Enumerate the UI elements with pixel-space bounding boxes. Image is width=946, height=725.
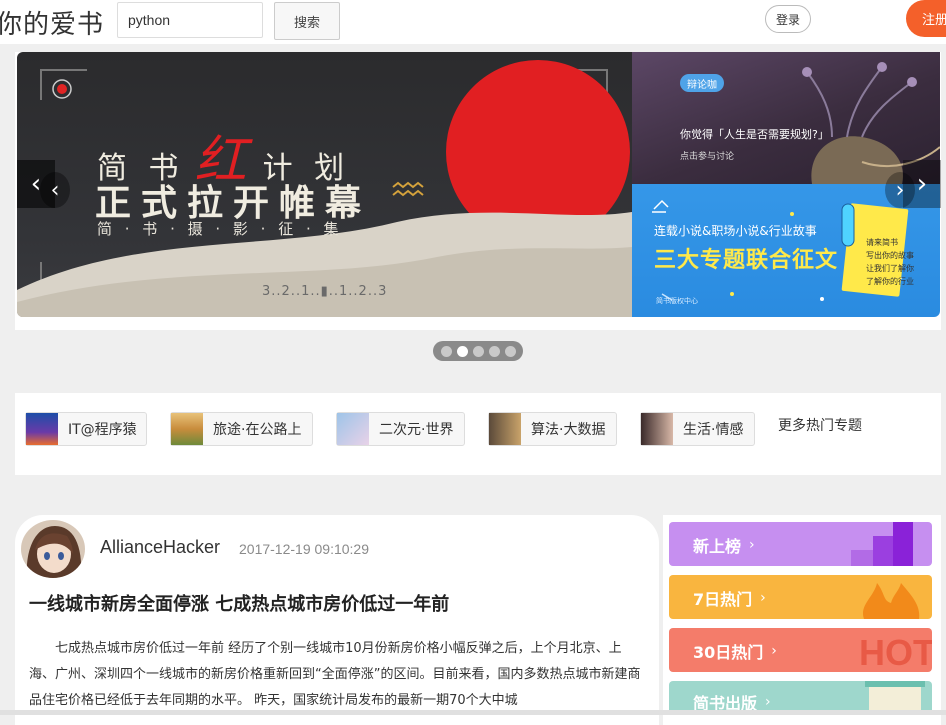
rank-label: 30日热门 (693, 643, 764, 662)
topic-thumbnail (641, 413, 673, 445)
author-name[interactable]: AllianceHacker (100, 537, 220, 558)
topic-thumbnail (26, 413, 58, 445)
topic-thumbnail (337, 413, 369, 445)
carousel-dot[interactable] (440, 345, 452, 357)
carousel-prev-inner-icon: ‹ (40, 172, 70, 208)
carousel-dot-active[interactable] (456, 345, 468, 357)
top-navbar: 你的爱书 搜索 登录 注册 (0, 0, 946, 44)
debate-question: 你觉得「人生是否需要规划?」 (680, 128, 829, 141)
post-date: 2017-12-19 09:10:29 (239, 541, 369, 557)
carousel-dots (433, 341, 523, 361)
topic-anime[interactable]: 二次元·世界 (336, 412, 465, 446)
bottom-scroll-edge (0, 710, 946, 715)
teapot-decoration (802, 62, 940, 184)
topic-travel[interactable]: 旅途·在公路上 (170, 412, 313, 446)
carousel-dot[interactable] (504, 345, 516, 357)
topic-algorithm[interactable]: 算法·大数据 (488, 412, 617, 446)
rank-30day[interactable]: HOT 30日热门 › (669, 628, 932, 672)
chevron-right-icon: › (760, 590, 766, 606)
carousel-next-inner-icon: › (885, 172, 915, 208)
banner-countdown: 3..2..1..▮..1..2..3 (262, 284, 388, 299)
banner-main[interactable]: 简 书红计 划 正式拉开帷幕 简 · 书 · 摄 · 影 · 征 · 集 3..… (17, 52, 632, 317)
avatar-image (21, 520, 85, 578)
chevron-right-icon: › (771, 643, 777, 659)
debate-badge: 辩论咖 (680, 74, 724, 92)
topic-label: 算法·大数据 (531, 422, 606, 438)
banner-line3: 简 · 书 · 摄 · 影 · 征 · 集 (97, 220, 343, 238)
carousel-dot[interactable] (472, 345, 484, 357)
hot-text-icon: HOT (859, 632, 932, 672)
banner-side-top[interactable]: 辩论咖 你觉得「人生是否需要规划?」 点击参与讨论 (632, 52, 940, 184)
contest-note: 请来简书 写出你的故事 让我们了解你 了解你的行业 (866, 238, 914, 286)
topic-label: 旅途·在公路上 (213, 422, 302, 438)
rank-label: 7日热门 (693, 590, 753, 609)
author-avatar[interactable] (21, 520, 85, 578)
topic-label: IT@程序猿 (68, 422, 137, 438)
chevron-right-icon: › (765, 694, 771, 710)
chevron-right-icon: › (916, 169, 928, 199)
site-brand[interactable]: 你的爱书 (0, 4, 104, 41)
rank-new[interactable]: 新上榜 › (669, 522, 932, 566)
contest-footer: 简书版权中心 (656, 297, 698, 305)
contest-title: 三大专题联合征文 (654, 248, 839, 273)
topic-label: 二次元·世界 (379, 422, 454, 438)
rank-7day[interactable]: 7日热门 › (669, 575, 932, 619)
debate-cta: 点击参与讨论 (680, 152, 735, 162)
topic-thumbnail (171, 413, 203, 445)
topic-it[interactable]: IT@程序猿 (25, 412, 147, 446)
more-topics-link[interactable]: 更多热门专题 (778, 415, 862, 435)
topic-life[interactable]: 生活·情感 (640, 412, 755, 446)
login-button[interactable]: 登录 (765, 5, 811, 33)
article-title[interactable]: 一线城市新房全面停涨 七成热点城市房价低过一年前 (29, 590, 449, 616)
register-button[interactable]: 注册 (906, 0, 946, 37)
chevron-right-icon: › (749, 537, 755, 553)
topic-label: 生活·情感 (683, 422, 744, 438)
carousel-dot[interactable] (488, 345, 500, 357)
article-body: 七成热点城市房价低过一年前 经历了个别一线城市10月份新房价格小幅反弹之后，上个… (29, 641, 641, 708)
search-input[interactable] (117, 2, 263, 38)
topic-thumbnail (489, 413, 521, 445)
rank-label: 新上榜 (693, 537, 742, 556)
search-button[interactable]: 搜索 (274, 2, 340, 40)
contest-subtitle: 连载小说&职场小说&行业故事 (654, 224, 817, 238)
